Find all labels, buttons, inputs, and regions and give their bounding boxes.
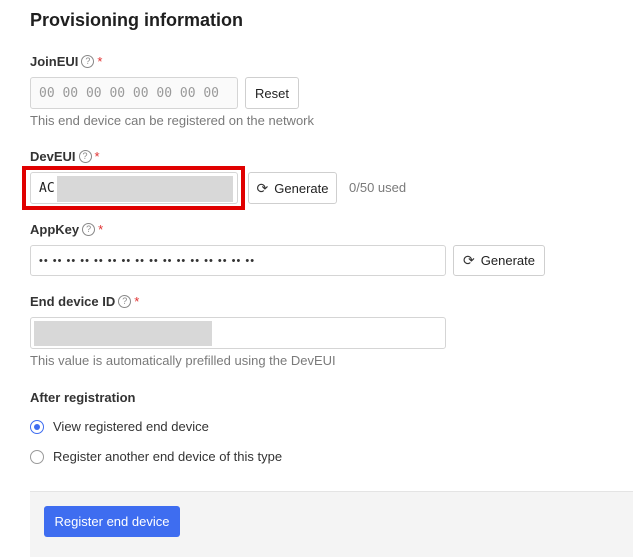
help-circle-icon[interactable]: ?	[78, 150, 92, 163]
radio-label: View registered end device	[53, 419, 209, 434]
radio-register-another[interactable]: Register another end device of this type	[30, 449, 282, 464]
required-marker: *	[97, 54, 103, 69]
radio-label: Register another end device of this type	[53, 449, 283, 464]
app-key-value: •• •• •• •• •• •• •• •• •• •• •• •• •• •…	[39, 254, 256, 267]
app-key-input[interactable]: •• •• •• •• •• •• •• •• •• •• •• •• •• •…	[30, 245, 446, 276]
dev-eui-label-text: DevEUI	[30, 149, 76, 164]
register-end-device-label: Register end device	[54, 514, 170, 529]
radio-button-checked[interactable]	[30, 419, 44, 434]
section-title: Provisioning information	[30, 10, 244, 30]
dev-eui-generate-button[interactable]: ⟳ Generate	[248, 172, 337, 204]
end-device-id-input[interactable]	[30, 317, 446, 349]
join-eui-input[interactable]: 00 00 00 00 00 00 00 00	[30, 77, 238, 109]
join-eui-hint: This end device can be registered on the…	[30, 113, 315, 128]
help-circle-icon[interactable]: ?	[118, 295, 132, 308]
app-key-generate-button[interactable]: ⟳ Generate	[453, 245, 545, 276]
required-marker: *	[94, 149, 100, 164]
refresh-icon: ⟳	[463, 252, 475, 268]
refresh-icon: ⟳	[256, 179, 269, 196]
help-circle-icon[interactable]: ?	[81, 55, 95, 68]
end-device-id-label: End device ID ? *	[30, 294, 139, 309]
app-key-label: AppKey ? *	[30, 222, 103, 237]
end-device-id-hint: This value is automatically prefilled us…	[30, 353, 336, 368]
end-device-id-label-text: End device ID	[30, 294, 116, 309]
highlight-box	[22, 166, 245, 210]
required-marker: *	[134, 294, 140, 309]
dev-eui-usage: 0/50 used	[349, 180, 407, 195]
dev-eui-generate-label: Generate	[274, 180, 329, 196]
reset-button[interactable]: Reset	[245, 77, 299, 109]
radio-button[interactable]	[30, 449, 44, 464]
join-eui-label: JoinEUI ? *	[30, 54, 102, 69]
required-marker: *	[98, 222, 104, 237]
dev-eui-label: DevEUI ? *	[30, 149, 100, 164]
radio-view-registered[interactable]: View registered end device	[30, 419, 209, 434]
after-registration-title: After registration	[30, 390, 136, 405]
app-key-label-text: AppKey	[30, 222, 80, 237]
app-key-generate-label: Generate	[480, 253, 535, 268]
join-eui-value: 00 00 00 00 00 00 00 00	[39, 85, 220, 101]
register-end-device-button[interactable]: Register end device	[44, 506, 180, 537]
join-eui-label-text: JoinEUI	[30, 54, 79, 69]
help-circle-icon[interactable]: ?	[82, 223, 96, 236]
redacted-area	[34, 321, 212, 346]
reset-button-label: Reset	[255, 85, 289, 101]
